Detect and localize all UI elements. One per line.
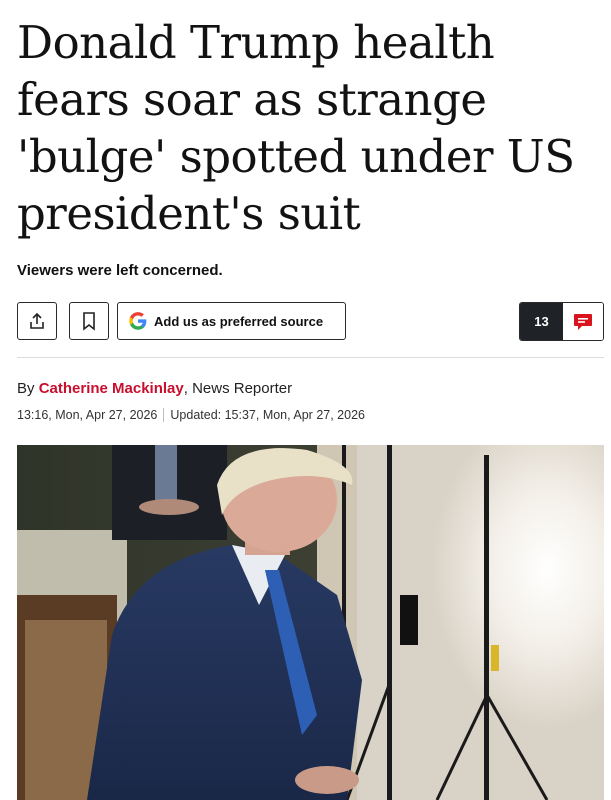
google-g-icon <box>128 311 148 331</box>
byline: By Catherine Mackinlay, News Reporter <box>17 380 292 397</box>
article-standfirst: Viewers were left concerned. <box>17 262 223 279</box>
add-preferred-source-label: Add us as preferred source <box>154 313 324 329</box>
byline-prefix: By <box>17 380 39 397</box>
updated-time: Updated: 15:37, Mon, Apr 27, 2026 <box>170 408 365 422</box>
author-role: , News Reporter <box>183 380 293 397</box>
article-timestamps: 13:16, Mon, Apr 27, 2026 Updated: 15:37,… <box>17 408 365 422</box>
share-button[interactable] <box>17 302 57 340</box>
share-icon <box>27 311 47 331</box>
bookmark-button[interactable] <box>69 302 109 340</box>
comments-button[interactable]: 13 <box>519 302 604 341</box>
hero-image <box>17 445 604 800</box>
author-link[interactable]: Catherine Mackinlay <box>39 380 184 397</box>
timestamp-separator <box>163 408 165 422</box>
article-headline: Donald Trump health fears soar as strang… <box>17 16 575 240</box>
article-toolbar: Add us as preferred source 13 <box>17 302 604 342</box>
comment-bubble-icon <box>563 303 603 340</box>
published-time: 13:16, Mon, Apr 27, 2026 <box>17 408 158 422</box>
add-preferred-source-button[interactable]: Add us as preferred source <box>117 302 346 340</box>
bookmark-icon <box>80 311 98 331</box>
comment-count: 13 <box>520 303 563 340</box>
section-divider <box>17 357 604 358</box>
